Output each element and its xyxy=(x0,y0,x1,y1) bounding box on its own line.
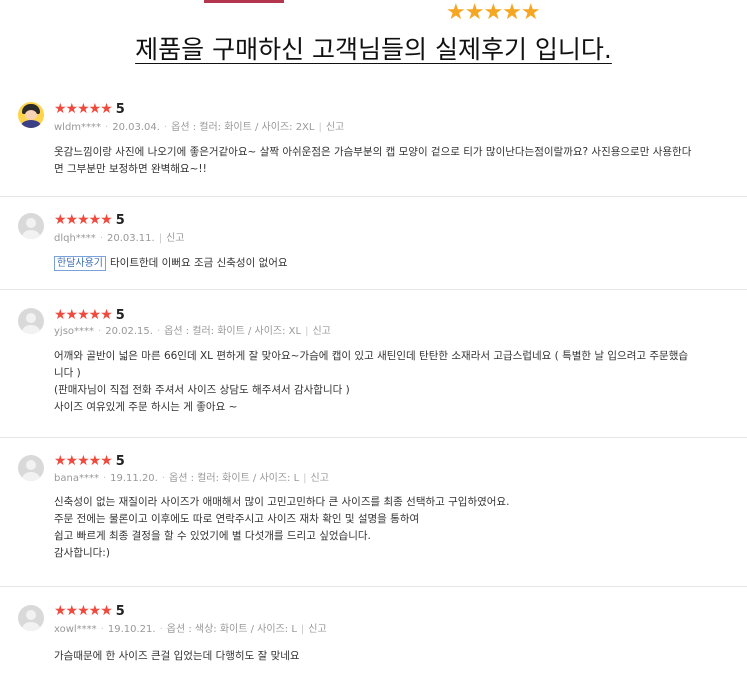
rating-score: 5 xyxy=(115,604,125,619)
monthly-use-badge: 한달사용기 xyxy=(54,256,106,271)
star-rating-icon: ★★★★★ xyxy=(54,603,113,619)
review-meta: yjso**** · 20.02.15. · 옵션 : 컬러: 화이트 / 사이즈: X… xyxy=(54,326,331,337)
review-date: 20.03.11. xyxy=(107,233,155,244)
report-link[interactable]: 신고 xyxy=(166,233,184,244)
review-rating: ★★★★★ 5 xyxy=(54,453,125,470)
rating-score: 5 xyxy=(115,308,125,323)
report-link[interactable]: 신고 xyxy=(312,326,330,337)
review-item: ★★★★★ 5 yjso**** · 20.02.15. · 옵션 : 컬러: 화이트 /… xyxy=(0,290,747,438)
review-body: 한달사용기 타이트한데 이뻐요 조금 신축성이 없어요 xyxy=(54,255,735,272)
review-rating: ★★★★★ 5 xyxy=(54,603,125,620)
review-body: 옷감느낌이랑 사진에 나오기에 좋은거같아요~ 살짝 아쉬운점은 가슴부분의 캡… xyxy=(54,146,692,175)
review-options: 옵션 : 컬러: 화이트 / 사이즈: L xyxy=(169,473,300,484)
avatar xyxy=(18,308,44,334)
page-title: 제품을 구매하신 고객님들의 실제후기 입니다. xyxy=(135,35,612,64)
top-accent-bar xyxy=(204,0,284,3)
review-item: ★★★★★ 5 wldm**** · 20.03.04. · 옵션 : 컬러: 화이트 /… xyxy=(0,90,747,197)
report-link[interactable]: 신고 xyxy=(308,624,326,635)
review-item: ★★★★★ 5 xowl**** · 19.10.21. · 옵션 : 색상: 화이트 /… xyxy=(0,587,747,679)
review-rating: ★★★★★ 5 xyxy=(54,212,125,229)
avatar xyxy=(18,605,44,631)
review-author: yjso**** xyxy=(54,326,95,337)
review-body: 신축성이 없는 재질이라 사이즈가 애매해서 많이 고민고민하다 큰 사이즈를 … xyxy=(54,496,510,559)
rating-score: 5 xyxy=(115,102,125,117)
review-options: 옵션 : 색상: 화이트 / 사이즈: L xyxy=(166,624,297,635)
review-date: 20.03.04. xyxy=(112,122,160,133)
rating-score: 5 xyxy=(115,213,125,228)
report-link[interactable]: 신고 xyxy=(326,122,344,133)
review-date: 19.10.21. xyxy=(107,624,156,635)
review-item: ★★★★★ 5 dlqh**** · 20.03.11. | 신고 한달사용기 타이트한데 … xyxy=(0,197,747,290)
review-rating: ★★★★★ 5 xyxy=(54,101,125,118)
avatar xyxy=(18,213,44,239)
header-stars-icon: ★★★★★ xyxy=(446,0,541,25)
review-author: dlqh**** xyxy=(54,233,96,244)
review-meta: wldm**** · 20.03.04. · 옵션 : 컬러: 화이트 / 사이즈: 2… xyxy=(54,122,345,133)
review-date: 19.11.20. xyxy=(110,473,158,484)
star-rating-icon: ★★★★★ xyxy=(54,453,113,469)
star-rating-icon: ★★★★★ xyxy=(54,101,113,117)
review-author: wldm**** xyxy=(54,122,102,133)
review-body: 어깨와 골반이 넓은 마른 66인데 XL 편하게 잘 맞아요~가슴에 캡이 있… xyxy=(54,350,689,413)
review-meta: bana**** · 19.11.20. · 옵션 : 컬러: 화이트 / 사이즈: L… xyxy=(54,473,329,484)
review-options: 옵션 : 컬러: 화이트 / 사이즈: XL xyxy=(164,326,302,337)
review-author: bana**** xyxy=(54,473,99,484)
review-meta: dlqh**** · 20.03.11. | 신고 xyxy=(54,233,185,244)
avatar xyxy=(18,102,44,128)
rating-score: 5 xyxy=(115,454,125,469)
review-options: 옵션 : 컬러: 화이트 / 사이즈: 2XL xyxy=(171,122,315,133)
review-body: 가슴때문에 한 사이즈 큰걸 입었는데 다행히도 잘 맞네요 xyxy=(54,650,300,662)
avatar xyxy=(18,455,44,481)
report-link[interactable]: 신고 xyxy=(311,473,329,484)
review-meta: xowl**** · 19.10.21. · 옵션 : 색상: 화이트 / 사이즈: L… xyxy=(54,624,327,635)
review-date: 20.02.15. xyxy=(105,326,153,337)
star-rating-icon: ★★★★★ xyxy=(54,212,113,228)
review-author: xowl**** xyxy=(54,624,97,635)
review-rating: ★★★★★ 5 xyxy=(54,307,125,324)
star-rating-icon: ★★★★★ xyxy=(54,307,113,323)
review-item: ★★★★★ 5 bana**** · 19.11.20. · 옵션 : 컬러: 화이트 /… xyxy=(0,438,747,587)
